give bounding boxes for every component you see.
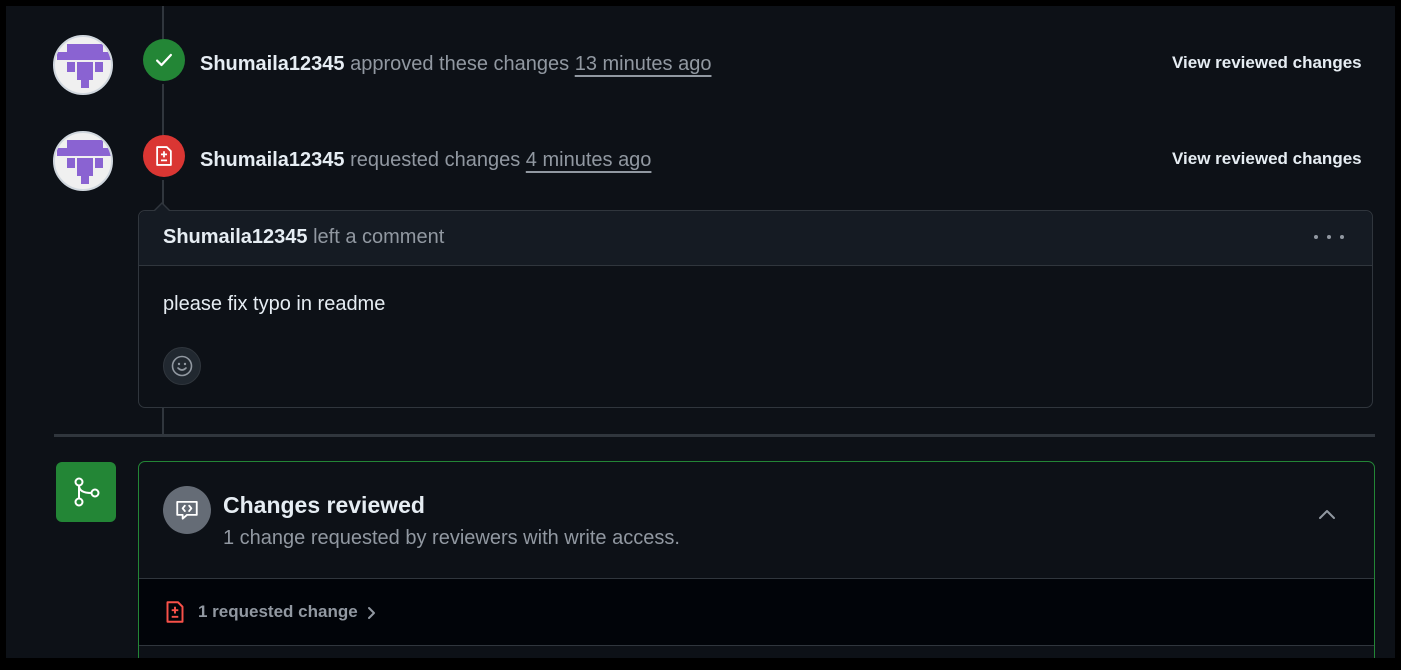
merge-status-icon [56, 462, 116, 522]
event-approved: Shumaila12345 approved these changes 13 … [200, 52, 711, 76]
changes-requested-badge [143, 135, 185, 177]
timeline-divider [54, 434, 1375, 437]
review-icon-circle [163, 486, 211, 534]
file-diff-icon [156, 146, 172, 166]
chevron-right-icon [368, 607, 375, 619]
requested-changes-label: 1 requested change [198, 602, 358, 621]
view-reviewed-changes-link[interactable]: View reviewed changes [1172, 149, 1362, 169]
smiley-icon [171, 355, 193, 377]
event-requested-changes: Shumaila12345 requested changes 4 minute… [200, 148, 651, 172]
event-user[interactable]: Shumaila12345 [200, 53, 345, 75]
event-action: requested changes [350, 149, 521, 171]
event-time[interactable]: 4 minutes ago [526, 149, 652, 171]
review-summary-title: Changes reviewed [223, 492, 425, 518]
approved-badge [143, 39, 185, 81]
git-branch-icon [74, 477, 100, 507]
add-reaction-button[interactable] [163, 347, 201, 385]
review-summary-subtitle: 1 change requested by reviewers with wri… [223, 527, 680, 549]
comment-author[interactable]: Shumaila12345 [163, 226, 308, 248]
comment-header: Shumaila12345 left a comment [139, 211, 1372, 266]
window-bottom-edge [0, 658, 1401, 670]
timeline-line [162, 408, 164, 434]
file-diff-icon [166, 601, 184, 623]
event-action: approved these changes [350, 53, 570, 75]
chevron-up-icon[interactable] [1316, 504, 1338, 526]
comment-body: please fix typo in readme [163, 293, 386, 315]
comment-author-line: Shumaila12345 left a comment [163, 226, 444, 249]
requested-changes-row[interactable]: 1 requested change [139, 579, 1374, 646]
view-reviewed-changes-link[interactable]: View reviewed changes [1172, 53, 1362, 73]
review-comment: Shumaila12345 left a comment please fix … [138, 202, 1373, 408]
avatar[interactable] [53, 35, 113, 95]
avatar[interactable] [53, 131, 113, 191]
review-summary-header[interactable]: Changes reviewed 1 change requested by r… [139, 462, 1374, 579]
code-review-icon [176, 500, 198, 520]
pr-timeline: Shumaila12345 approved these changes 13 … [6, 6, 1395, 664]
event-user[interactable]: Shumaila12345 [200, 149, 345, 171]
timeline-line [162, 84, 164, 140]
event-time[interactable]: 13 minutes ago [575, 53, 712, 75]
comment-action: left a comment [313, 226, 445, 248]
check-icon [156, 53, 172, 67]
kebab-horizontal-icon[interactable] [1314, 225, 1344, 249]
merge-review-box: Changes reviewed 1 change requested by r… [138, 461, 1375, 664]
